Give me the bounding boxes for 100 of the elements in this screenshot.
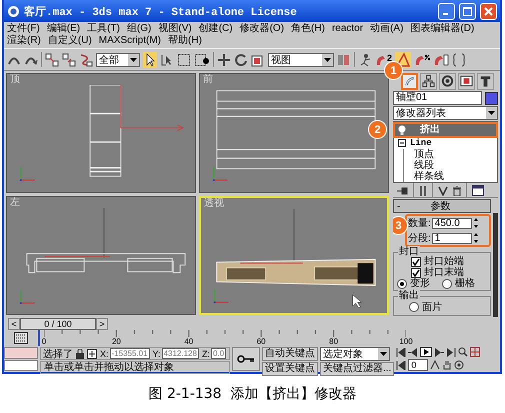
- modifier-list-dropdown[interactable]: 修改器列表: [393, 106, 498, 120]
- caret-icon[interactable]: [324, 58, 331, 62]
- close-button[interactable]: [480, 2, 497, 20]
- object-name-field[interactable]: 轴壁01: [393, 91, 482, 105]
- command-panel-tab[interactable]: [458, 72, 475, 90]
- auto-key-button[interactable]: 自动关键点: [262, 347, 318, 361]
- key-icon: [237, 355, 255, 363]
- play-icon[interactable]: [420, 347, 432, 357]
- sub-object-item[interactable]: 线段: [406, 160, 496, 171]
- caret-icon[interactable]: [488, 111, 495, 115]
- macro-recorder-field[interactable]: [4, 347, 38, 358]
- scrollbar[interactable]: [493, 213, 498, 317]
- monitor-icon: [459, 73, 474, 89]
- target-icon: [440, 73, 455, 89]
- figure-caption: 图 2-1-138 添加【挤出】修改器: [148, 384, 356, 402]
- percent-snap-icon[interactable]: [414, 52, 430, 66]
- set-key-mode-button[interactable]: 设置关键点: [262, 362, 318, 376]
- object-color-swatch[interactable]: [485, 92, 498, 104]
- menu-item[interactable]: 修改器(O): [240, 23, 284, 35]
- select-by-name-icon[interactable]: [160, 52, 174, 66]
- app-logo-icon: [7, 4, 20, 18]
- rollout-header[interactable]: - 参数: [393, 199, 491, 213]
- current-frame-field[interactable]: 0: [408, 359, 428, 371]
- amount-field[interactable]: 450.0: [432, 218, 472, 228]
- command-panel-tab[interactable]: [439, 72, 456, 90]
- rectangle-selection-icon[interactable]: [177, 52, 191, 66]
- listener-field[interactable]: [4, 360, 38, 371]
- go-to-start-icon[interactable]: [396, 348, 406, 356]
- y-coordinate-field[interactable]: 4312.128: [162, 348, 199, 359]
- menu-item[interactable]: 工具(T): [87, 23, 120, 35]
- pin-icon[interactable]: [396, 186, 408, 196]
- menu-item[interactable]: 文件(F): [7, 23, 40, 35]
- frame-tick-label: 20: [112, 337, 121, 346]
- orbit-icon[interactable]: [454, 360, 464, 370]
- menu-item[interactable]: 编辑(E): [46, 23, 80, 35]
- zoom-icon[interactable]: [458, 347, 468, 357]
- scale-icon[interactable]: [251, 52, 265, 66]
- light-bulb-icon: [398, 125, 406, 135]
- lock-icon[interactable]: [76, 348, 84, 358]
- radio-option[interactable]: 栅格: [442, 278, 475, 289]
- figure-icon[interactable]: [358, 52, 372, 66]
- amount-label: 数量:: [408, 217, 431, 230]
- go-to-end-icon[interactable]: [446, 348, 456, 356]
- expand-toggle-icon[interactable]: [398, 139, 406, 147]
- hierarchy-icon: [421, 73, 436, 89]
- modifier-stack-item[interactable]: Line: [395, 137, 496, 149]
- set-key-button[interactable]: [232, 347, 260, 371]
- rotate-icon[interactable]: [234, 52, 248, 66]
- command-panel-tab[interactable]: [420, 72, 437, 90]
- frame-tick-label: 40: [184, 337, 194, 346]
- callout-badge: 3: [393, 217, 407, 234]
- time-slider-thumb[interactable]: 0 / 100: [20, 318, 96, 330]
- caret-icon[interactable]: [380, 352, 387, 356]
- key-mode-dropdown[interactable]: 选定对象: [320, 347, 390, 361]
- zoom-all-icon[interactable]: [470, 347, 480, 357]
- menu-item[interactable]: 视图(V): [158, 23, 192, 35]
- segments-field[interactable]: 1: [432, 232, 472, 244]
- menu-item[interactable]: 角色(H): [291, 23, 325, 35]
- next-frame-button[interactable]: >: [96, 318, 108, 330]
- close-icon[interactable]: [484, 6, 493, 16]
- checkbox-option[interactable]: 封口末端: [397, 267, 487, 278]
- status-prompt: 单击或单击并拖动以选择对象: [40, 361, 230, 374]
- caret-icon[interactable]: [130, 58, 137, 62]
- spinner-arrows-icon[interactable]: [472, 217, 479, 229]
- menu-item[interactable]: reactor: [332, 23, 364, 35]
- unlink-icon[interactable]: [62, 52, 76, 66]
- key-filters-button[interactable]: 关键点过滤器...: [320, 362, 394, 376]
- menu-item[interactable]: 自定义(U): [48, 35, 92, 47]
- window-crossing-icon[interactable]: [194, 52, 210, 66]
- pause-icon[interactable]: [419, 186, 427, 196]
- window-title: 客厅.max - 3ds max 7 - Stand-alone License: [24, 4, 298, 18]
- menu-item[interactable]: 渲染(R): [7, 35, 41, 47]
- menu-item[interactable]: 组(G): [126, 23, 152, 35]
- command-panel-tab[interactable]: [477, 72, 494, 90]
- reference-coordinate-dropdown[interactable]: 视图: [268, 52, 334, 66]
- menu-item[interactable]: 动画(A): [370, 23, 404, 35]
- menu-item[interactable]: 图表编辑器(D): [410, 23, 474, 35]
- maximize-icon[interactable]: [463, 6, 472, 16]
- link-icon[interactable]: [45, 52, 59, 66]
- menu-item[interactable]: 创建(C): [198, 23, 233, 35]
- radio-option[interactable]: 变形: [397, 278, 430, 289]
- checkbox-option[interactable]: 封口始端: [397, 256, 487, 267]
- z-coordinate-field[interactable]: 0.0: [210, 348, 226, 359]
- minimize-button[interactable]: [438, 2, 455, 20]
- trash-icon[interactable]: [453, 186, 461, 196]
- group-label: 封口: [398, 246, 420, 257]
- previous-key-icon[interactable]: [408, 348, 418, 356]
- menu-item[interactable]: 帮助(H): [168, 35, 202, 47]
- move-icon[interactable]: [217, 52, 231, 66]
- selection-filter-dropdown[interactable]: 全部: [96, 52, 140, 66]
- group-label: 输出: [398, 290, 420, 301]
- previous-frame-button[interactable]: <: [8, 318, 20, 330]
- menu-item[interactable]: MAXScript(M): [98, 35, 162, 47]
- sub-object-item[interactable]: 样条线: [406, 171, 496, 182]
- maximize-button[interactable]: [459, 2, 476, 20]
- spinner-arrows-icon[interactable]: [472, 232, 479, 244]
- sub-object-item[interactable]: 顶点: [406, 149, 496, 160]
- coordinate-label: Z:: [202, 348, 210, 358]
- x-coordinate-field[interactable]: -15355.01: [110, 348, 150, 359]
- next-key-icon[interactable]: [434, 348, 444, 356]
